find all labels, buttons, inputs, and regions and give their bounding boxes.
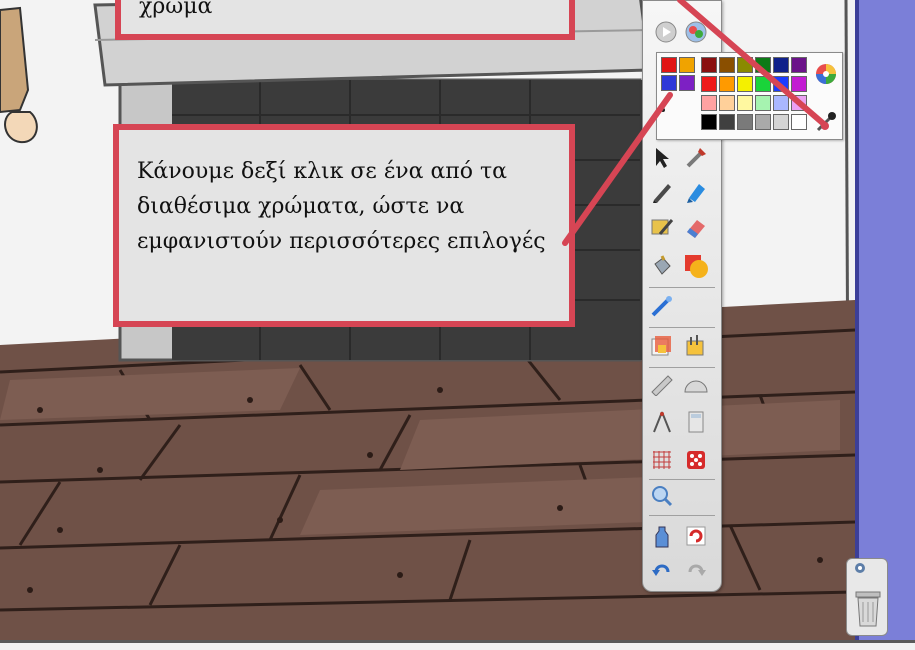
- callout-pointers: [562, 0, 829, 246]
- whiteboard-stage: χρώμα Κάνουμε δεξί κλικ σε ένα από τα δι…: [0, 0, 915, 650]
- callout-pointer-end: [821, 122, 829, 130]
- callout-pointer-line: [677, 0, 828, 128]
- callout-pointer-line: [562, 92, 673, 246]
